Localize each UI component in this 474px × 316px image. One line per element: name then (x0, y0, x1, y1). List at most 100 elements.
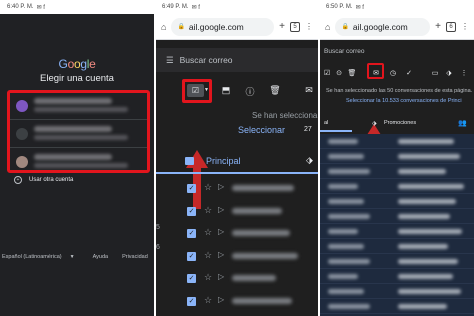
table-row[interactable] (320, 179, 474, 194)
select-all-link[interactable]: Seleccionar (238, 125, 285, 135)
important-icon[interactable]: ▷ (218, 205, 224, 214)
row-checkbox[interactable]: ✓ (187, 296, 196, 306)
archive-icon[interactable]: ⊙ (334, 69, 344, 77)
screenshot-collage: 6:40 P. M. ✉ f Google Elegir una cuenta … (0, 0, 474, 316)
important-icon[interactable]: ▷ (218, 272, 224, 281)
row-checkbox[interactable]: ✓ (187, 274, 196, 284)
menu-icon[interactable]: ☰ (166, 55, 174, 66)
select-all-link[interactable]: Seleccionar la 10.533 conversaciones de … (346, 98, 462, 104)
highlight-box (182, 79, 212, 103)
tab-primary[interactable]: al (324, 120, 328, 126)
search-bar[interactable]: ☰ Buscar correo (156, 48, 318, 72)
inbox-icon (185, 157, 194, 165)
url-text: ail.google.com (188, 21, 244, 32)
important-icon[interactable]: ▷ (218, 182, 224, 191)
tab-count-button[interactable]: 5 (290, 21, 300, 32)
blurred-subject (398, 289, 461, 294)
blurred-subject (398, 259, 458, 264)
status-bar: 6:40 P. M. ✉ f (0, 0, 154, 14)
star-icon[interactable]: ☆ (204, 205, 212, 216)
row-checkbox[interactable]: ✓ (187, 184, 196, 193)
menu-icon[interactable]: ⋮ (305, 22, 313, 31)
social-icon[interactable]: 👥 (458, 119, 467, 127)
table-row[interactable]: ✓ ☆ ▷ (156, 268, 318, 291)
menu-icon[interactable]: ⋮ (461, 22, 469, 31)
important-icon[interactable]: ▷ (218, 227, 224, 236)
table-row[interactable]: ✓ ☆ ▷ (156, 223, 318, 246)
status-time: 6:49 P. M. (162, 4, 189, 10)
star-icon[interactable]: ☆ (204, 182, 212, 193)
lock-icon: 🔒 (341, 24, 349, 30)
mark-read-icon[interactable]: ✉ (303, 85, 315, 96)
table-row[interactable] (320, 254, 474, 269)
star-icon[interactable]: ☆ (204, 227, 212, 238)
address-bar[interactable]: 🔒 ail.google.com (335, 17, 431, 36)
delete-icon[interactable]: 🗑 (347, 69, 357, 77)
table-row[interactable]: ✓ ☆ ▷ (156, 178, 318, 201)
footer: Español (Latinoamérica) ▼ Ayuda Privacid… (0, 254, 154, 260)
help-link[interactable]: Ayuda (93, 254, 109, 260)
table-row[interactable] (320, 224, 474, 239)
table-row[interactable] (320, 284, 474, 299)
archive-icon[interactable]: ⬒ (220, 85, 232, 96)
blurred-sender (328, 274, 358, 279)
home-icon[interactable]: ⌂ (161, 22, 166, 32)
new-tab-button[interactable]: + (435, 21, 441, 32)
tab-primary[interactable]: Principal ⬗ (156, 150, 318, 174)
label-icon[interactable]: ⬗ (444, 69, 454, 77)
status-time: 6:40 P. M. (7, 4, 34, 10)
add-task-icon[interactable]: ✓ (404, 69, 414, 77)
notification-icons: ✉ f (355, 4, 364, 11)
highlight-box (7, 90, 150, 173)
search-input[interactable]: Buscar correo (320, 42, 474, 62)
delete-icon[interactable]: 🗑 (269, 85, 281, 96)
report-spam-icon[interactable]: ⓘ (244, 85, 256, 98)
table-row[interactable] (320, 269, 474, 284)
message-list (320, 134, 474, 316)
move-to-icon[interactable]: ▭ (430, 69, 440, 77)
search-input[interactable]: Buscar correo (180, 55, 233, 65)
row-checkbox[interactable]: ✓ (187, 229, 196, 239)
table-row[interactable] (320, 209, 474, 224)
privacy-link[interactable]: Privacidad (122, 254, 148, 260)
status-bar: 6:50 P. M. ✉ f (320, 0, 474, 14)
row-checkbox[interactable]: ✓ (187, 251, 196, 261)
table-row[interactable]: ✓ ☆ ▷ (156, 201, 318, 224)
more-icon[interactable]: ⋮ (459, 69, 469, 77)
tab-primary-label: Principal (206, 156, 241, 166)
status-time: 6:50 P. M. (326, 4, 353, 10)
table-row[interactable] (320, 299, 474, 314)
table-row[interactable] (320, 239, 474, 254)
blurred-sender (328, 199, 364, 204)
table-row[interactable] (320, 194, 474, 209)
tag-icon: ⬗ (306, 155, 313, 165)
select-all-checkbox[interactable]: ☑ (322, 69, 332, 77)
tab-count-button[interactable]: 6 (446, 21, 456, 32)
blurred-sender (328, 214, 370, 219)
tab-underline (320, 130, 352, 132)
row-checkbox[interactable]: ✓ (187, 206, 196, 216)
home-icon[interactable]: ⌂ (325, 22, 330, 32)
blurred-sender (232, 207, 282, 214)
address-bar[interactable]: 🔒 ail.google.com (171, 17, 275, 36)
new-tab-button[interactable]: + (279, 21, 285, 32)
table-row[interactable] (320, 134, 474, 149)
star-icon[interactable]: ☆ (204, 250, 212, 261)
blurred-sender (232, 230, 290, 237)
tab-promotions[interactable]: Promociones (384, 120, 416, 126)
important-icon[interactable]: ▷ (218, 250, 224, 259)
blurred-sender (328, 184, 358, 189)
gmail-inbox-panel: 6:49 P. M. ✉ f ⌂ 🔒 ail.google.com + 5 ⋮ … (156, 0, 318, 316)
table-row[interactable] (320, 164, 474, 179)
star-icon[interactable]: ☆ (204, 295, 212, 306)
snooze-icon[interactable]: ◷ (388, 69, 398, 77)
table-row[interactable] (320, 149, 474, 164)
table-row[interactable]: ✓ ☆ ▷ (156, 291, 318, 314)
table-row[interactable]: ✓ ☆ ▷ (156, 246, 318, 269)
blurred-subject (398, 184, 464, 189)
use-other-account[interactable]: + Usar otra cuenta (14, 176, 73, 184)
important-icon[interactable]: ▷ (218, 295, 224, 304)
language-select[interactable]: Español (Latinoamérica) (2, 254, 62, 260)
star-icon[interactable]: ☆ (204, 272, 212, 283)
browser-toolbar: ⌂ 🔒 ail.google.com + 6 ⋮ (320, 14, 474, 40)
